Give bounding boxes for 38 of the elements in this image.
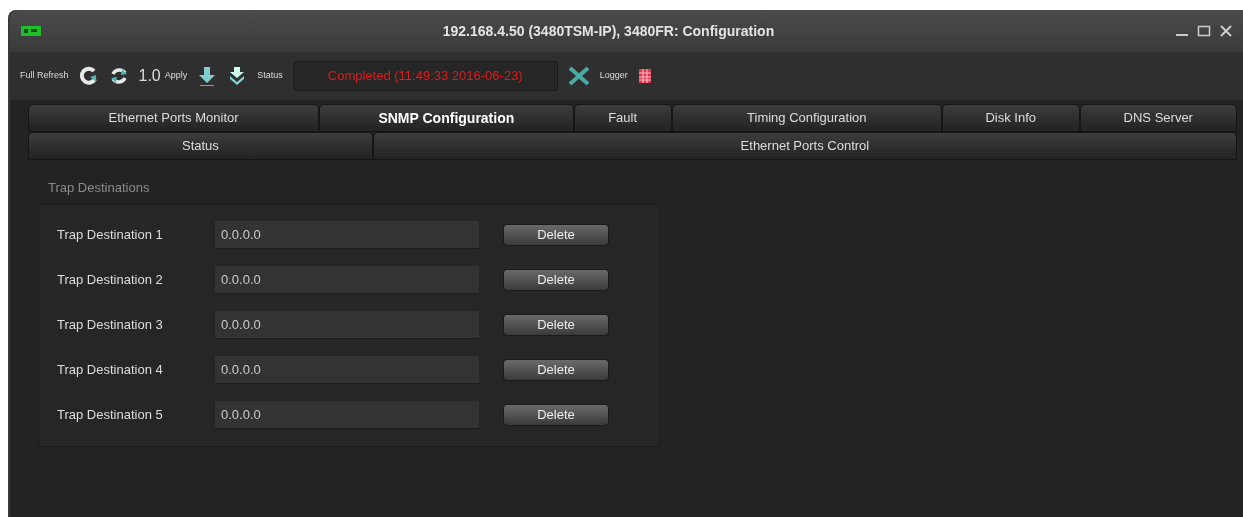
tab[interactable]: SNMP Configuration (319, 104, 574, 132)
logger-label: Logger (599, 69, 628, 83)
input-field[interactable]: 0.0.0.0 (215, 356, 479, 384)
tab[interactable]: Fault (573, 104, 672, 132)
tab[interactable]: Ethernet Ports Control (372, 132, 1237, 160)
device-icon (20, 24, 42, 38)
window-title: 192.168.4.50 (3480TSM-IP), 3480FR: Configuration (441, 21, 776, 41)
down-arrow-icon[interactable] (197, 66, 218, 86)
maximize-icon[interactable] (1197, 24, 1211, 38)
toolbar-label: Full Refresh (20, 69, 69, 83)
interval-value: 1.0 (138, 66, 161, 86)
tab[interactable]: DNS Server (1079, 104, 1237, 132)
field-label: Trap Destination 3 (56, 316, 164, 335)
delete-button[interactable]: Delete (503, 359, 609, 381)
x-logo-icon[interactable] (567, 66, 590, 86)
field-label: Trap Destination 5 (56, 406, 164, 425)
field-label: Trap Destination 1 (56, 226, 164, 245)
toolbar-label: Status (257, 69, 283, 83)
tab[interactable]: Timing Configuration (671, 104, 942, 132)
input-field[interactable]: 0.0.0.0 (215, 401, 479, 429)
delete-button[interactable]: Delete (503, 269, 609, 291)
group-title: Trap Destinations (48, 179, 151, 197)
tab[interactable]: Disk Info (941, 104, 1080, 132)
input-field[interactable]: 0.0.0.0 (215, 221, 479, 249)
field-label: Trap Destination 4 (56, 361, 164, 380)
apply-link[interactable]: Apply (164, 69, 188, 83)
input-field[interactable]: 0.0.0.0 (215, 266, 479, 294)
close-icon[interactable] (1219, 24, 1233, 38)
tab[interactable]: Ethernet Ports Monitor (28, 104, 320, 132)
logger-icon[interactable] (637, 68, 652, 84)
tab[interactable]: Status (28, 132, 373, 160)
field-label: Trap Destination 2 (56, 271, 164, 290)
refresh-icon[interactable] (78, 66, 99, 86)
status-field: Completed (11:49:33 2016-06-23) (292, 61, 558, 91)
delete-button[interactable]: Delete (503, 404, 609, 426)
delete-button[interactable]: Delete (503, 314, 609, 336)
input-field[interactable]: 0.0.0.0 (215, 311, 479, 339)
delete-button[interactable]: Delete (503, 224, 609, 246)
